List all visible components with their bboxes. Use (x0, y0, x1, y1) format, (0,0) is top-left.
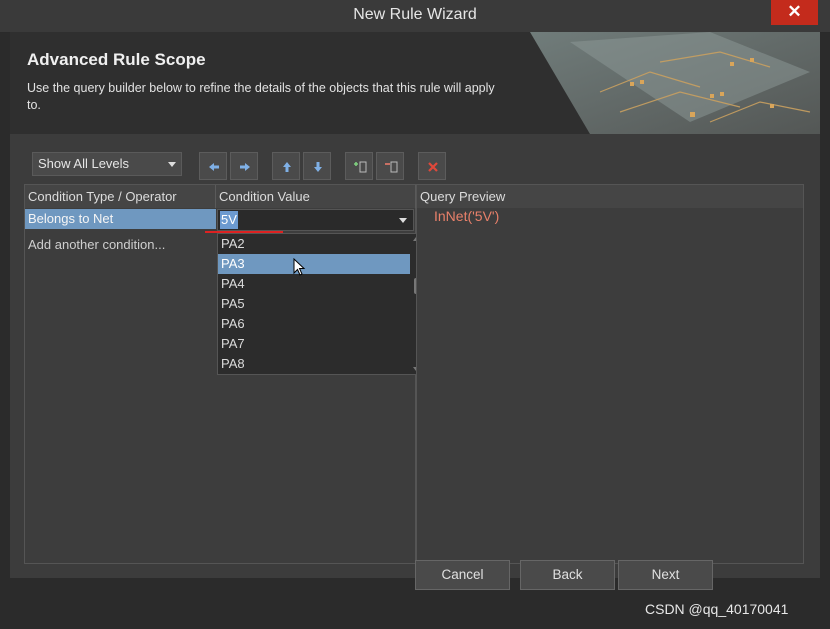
back-button[interactable]: Back (520, 560, 615, 590)
move-left-button[interactable] (199, 152, 227, 180)
close-button[interactable]: ✕ (771, 0, 818, 25)
dropdown-option[interactable]: PA8 (218, 354, 410, 374)
move-down-button[interactable] (303, 152, 331, 180)
condition-value-combobox[interactable]: 5V (217, 209, 414, 231)
pcb-banner-image (510, 32, 820, 134)
cancel-button[interactable]: Cancel (415, 560, 510, 590)
net-dropdown-list[interactable]: PA2 PA3 PA4 PA5 PA6 PA7 PA8 (217, 233, 424, 375)
dropdown-option[interactable]: PA2 (218, 234, 410, 254)
dropdown-option[interactable]: PA5 (218, 294, 410, 314)
chevron-down-icon (168, 162, 176, 167)
remove-icon (385, 161, 398, 173)
wizard-dialog: Advanced Rule Scope Use the query builde… (10, 32, 820, 578)
add-icon (354, 161, 367, 173)
dropdown-option-highlighted[interactable]: PA3 (218, 254, 410, 274)
add-condition-row[interactable]: Add another condition... (25, 235, 216, 255)
arrow-up-icon (283, 162, 291, 172)
page-title: Advanced Rule Scope (27, 50, 206, 69)
wizard-header: Advanced Rule Scope Use the query builde… (10, 32, 820, 134)
column-header-value: Condition Value (216, 185, 416, 208)
title-bar: New Rule Wizard ✕ (0, 0, 830, 33)
remove-condition-button[interactable] (376, 152, 404, 180)
dropdown-option[interactable]: PA6 (218, 314, 410, 334)
arrow-down-icon (314, 162, 322, 172)
condition-type-cell[interactable]: Belongs to Net (25, 209, 216, 229)
delete-icon (428, 162, 438, 172)
show-levels-value: Show All Levels (38, 156, 130, 171)
page-description: Use the query builder below to refine th… (27, 81, 495, 112)
mouse-pointer-icon (293, 258, 306, 276)
column-header-preview: Query Preview (417, 185, 803, 208)
delete-button[interactable] (418, 152, 446, 180)
condition-value-text: 5V (220, 211, 238, 229)
chevron-down-icon[interactable] (399, 218, 407, 223)
arrow-right-icon (240, 163, 250, 171)
conditions-panel: Condition Type / Operator Condition Valu… (24, 184, 424, 564)
query-preview-panel: Query Preview InNet('5V') (416, 184, 804, 564)
arrow-left-icon (209, 163, 219, 171)
watermark: CSDN @qq_40170041 (645, 601, 789, 617)
dropdown-option[interactable]: PA7 (218, 334, 410, 354)
column-header-type: Condition Type / Operator (25, 185, 216, 208)
show-levels-select[interactable]: Show All Levels (32, 152, 182, 176)
window-title: New Rule Wizard (353, 6, 477, 23)
dropdown-option[interactable]: PA4 (218, 274, 410, 294)
add-condition-button[interactable] (345, 152, 373, 180)
move-right-button[interactable] (230, 152, 258, 180)
next-button[interactable]: Next (618, 560, 713, 590)
move-up-button[interactable] (272, 152, 300, 180)
query-preview-text: InNet('5V') (434, 208, 500, 224)
